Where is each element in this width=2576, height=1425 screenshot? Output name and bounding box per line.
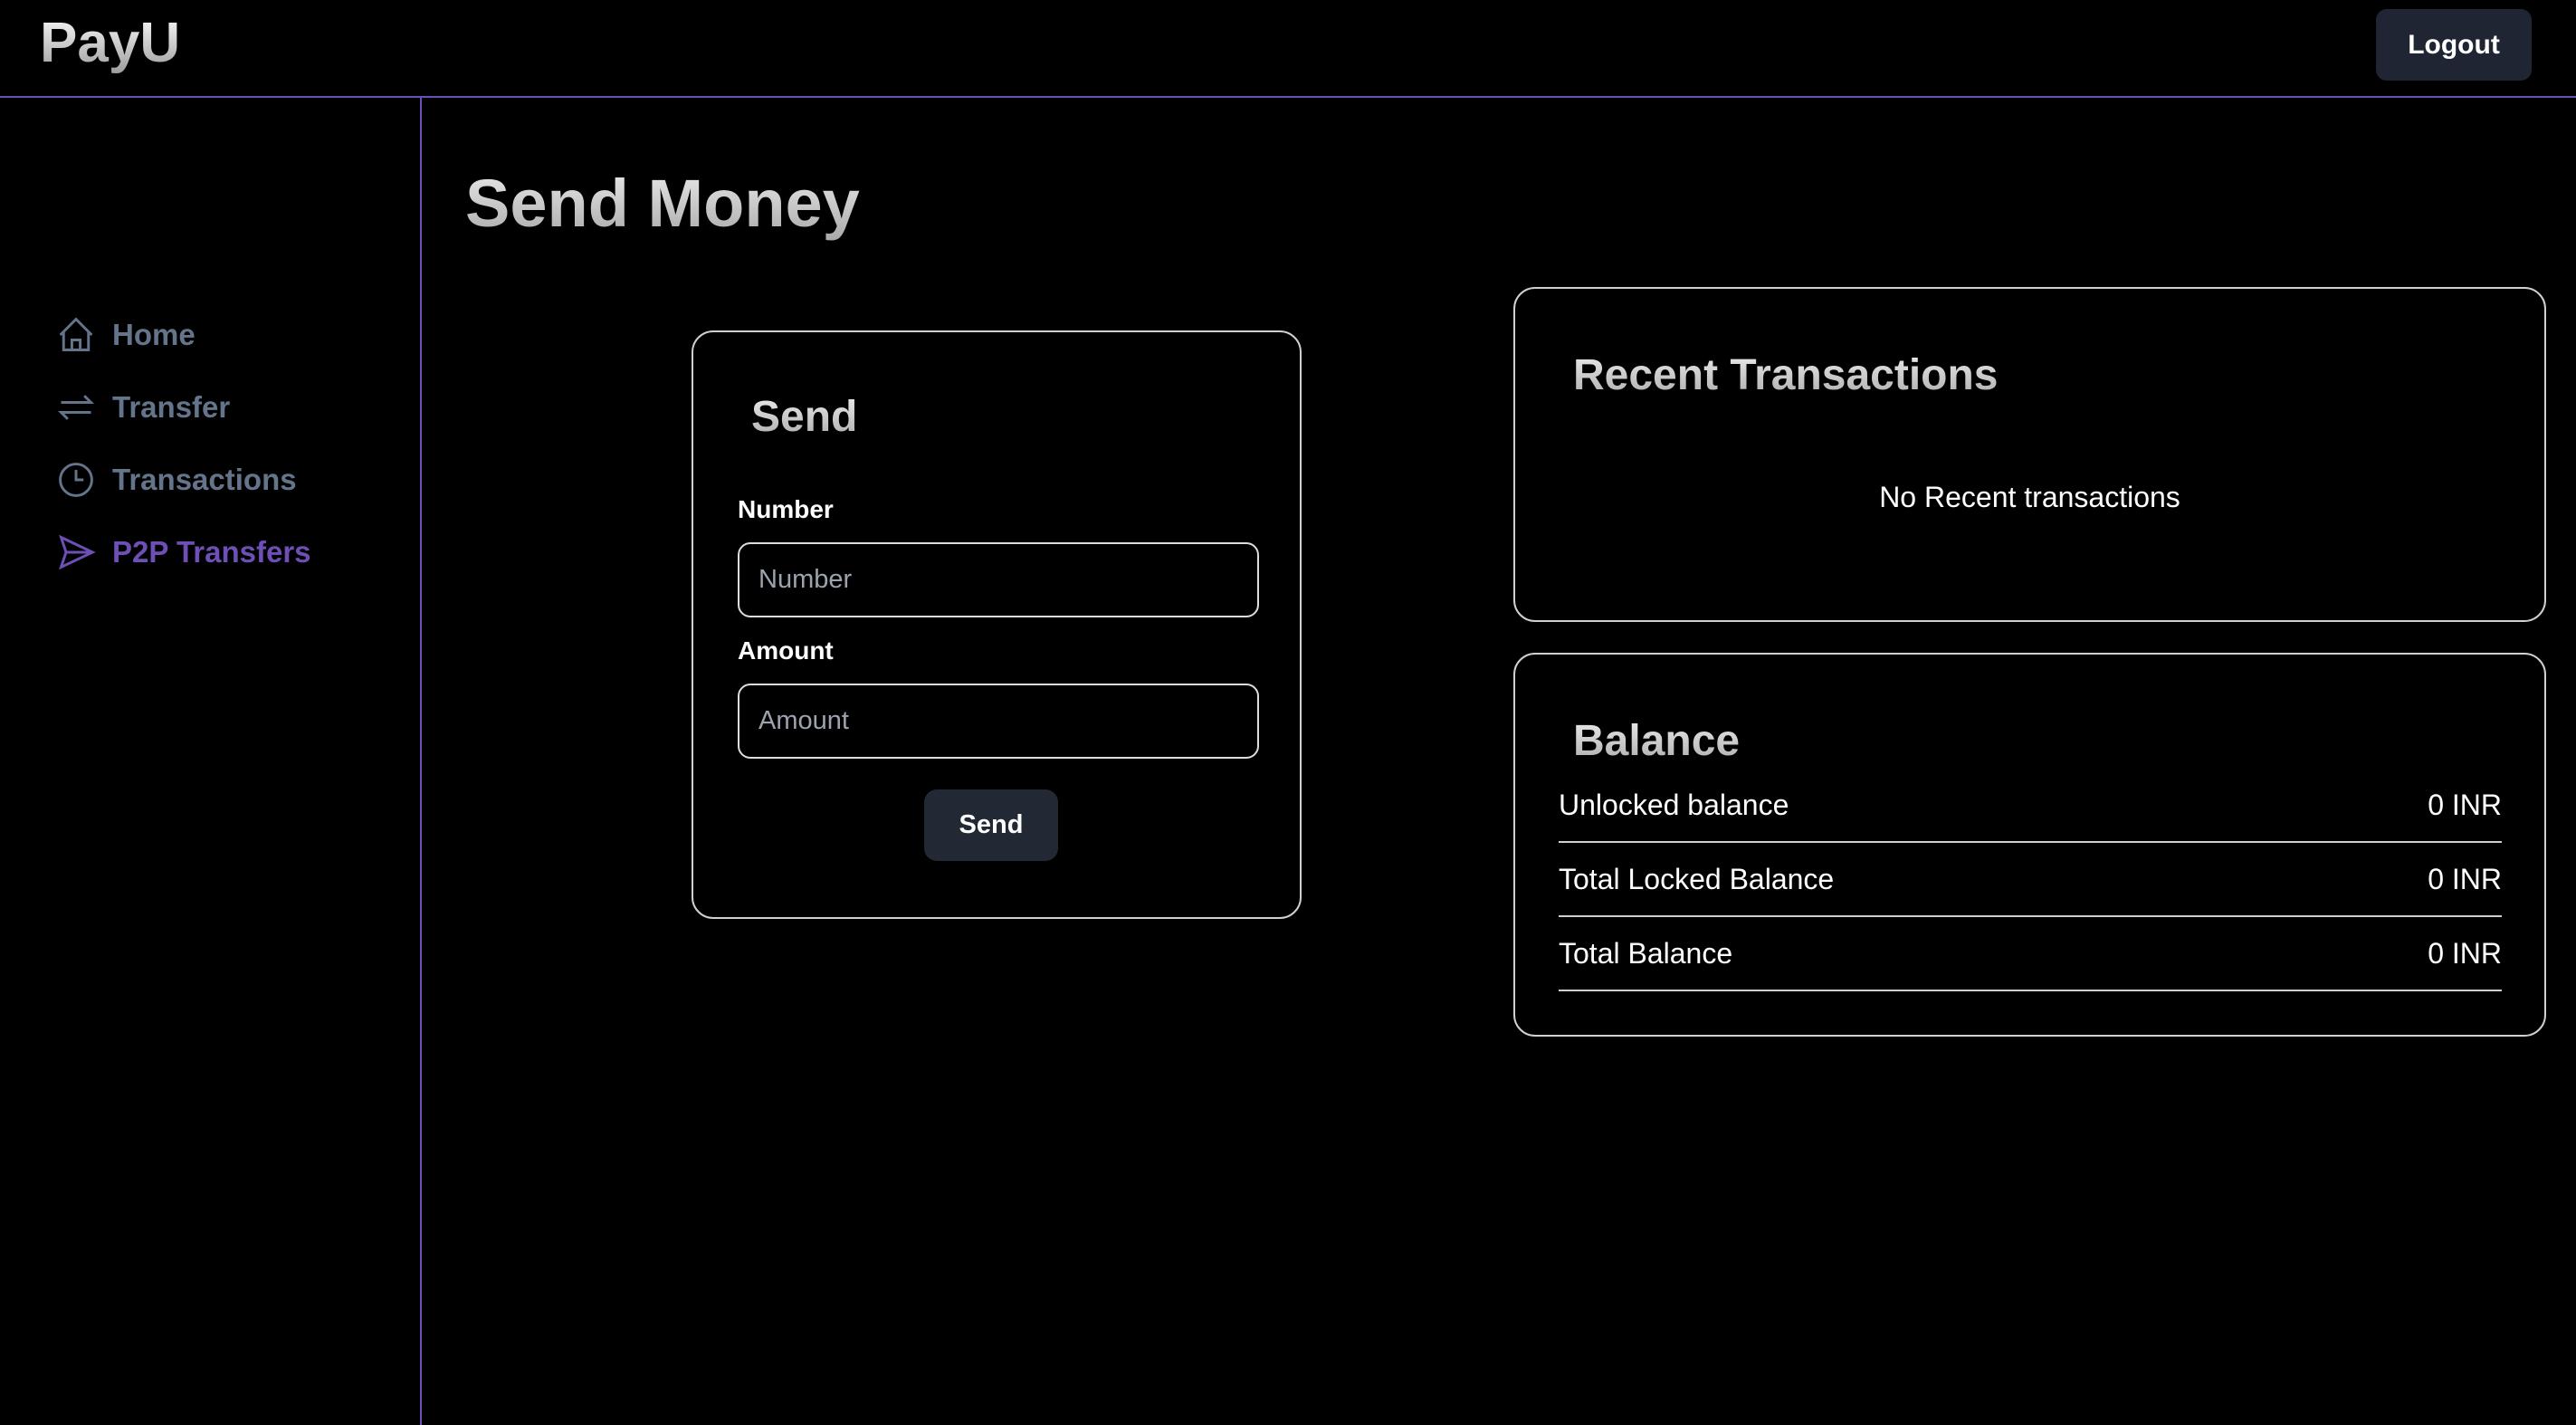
balance-value: 0 INR bbox=[2428, 788, 2502, 821]
paper-plane-icon bbox=[59, 534, 96, 570]
app-logo[interactable]: PayU bbox=[40, 11, 180, 75]
sidebar-item-label: Home bbox=[112, 318, 196, 351]
send-card-title: Send bbox=[751, 393, 858, 441]
sidebar-item-p2p-transfers[interactable]: P2P Transfers bbox=[56, 532, 311, 572]
sidebar-item-transactions[interactable]: Transactions bbox=[56, 460, 297, 500]
clock-icon bbox=[59, 463, 93, 497]
sidebar-item-label: P2P Transfers bbox=[112, 535, 311, 569]
send-card: Send Number Amount Send bbox=[692, 330, 1302, 919]
sidebar: Home Transfer Transactions P2P Transfers bbox=[0, 98, 422, 1425]
sidebar-item-home[interactable]: Home bbox=[56, 315, 196, 355]
number-label: Number bbox=[738, 495, 834, 523]
sidebar-item-label: Transfer bbox=[112, 390, 231, 424]
balance-label: Unlocked balance bbox=[1559, 788, 1789, 821]
balance-row: Total Locked Balance 0 INR bbox=[1559, 843, 2502, 917]
amount-label: Amount bbox=[738, 636, 834, 665]
balance-card: Balance Unlocked balance 0 INR Total Lock… bbox=[1513, 653, 2546, 1037]
balance-label: Total Balance bbox=[1559, 936, 1733, 970]
arrows-right-left-icon bbox=[57, 395, 95, 420]
recent-transactions-title: Recent Transactions bbox=[1573, 351, 1999, 399]
balance-title: Balance bbox=[1573, 717, 1741, 765]
number-input[interactable] bbox=[738, 542, 1259, 617]
empty-transactions-message: No Recent transactions bbox=[1879, 481, 2180, 513]
balance-label: Total Locked Balance bbox=[1559, 862, 1835, 895]
balance-value: 0 INR bbox=[2428, 936, 2502, 970]
logout-button[interactable]: Logout bbox=[2376, 9, 2532, 81]
sidebar-item-transfer[interactable]: Transfer bbox=[56, 387, 230, 427]
top-bar: PayU Logout bbox=[0, 0, 2576, 98]
send-button[interactable]: Send bbox=[924, 789, 1058, 861]
recent-transactions-card: Recent Transactions No Recent transactio… bbox=[1513, 287, 2546, 622]
home-icon bbox=[59, 317, 93, 351]
amount-input[interactable] bbox=[738, 684, 1259, 759]
balance-row: Total Balance 0 INR bbox=[1559, 917, 2502, 991]
sidebar-item-label: Transactions bbox=[112, 463, 297, 496]
balance-value: 0 INR bbox=[2428, 862, 2502, 895]
balance-row: Unlocked balance 0 INR bbox=[1559, 769, 2502, 843]
page-title: Send Money bbox=[465, 166, 860, 241]
